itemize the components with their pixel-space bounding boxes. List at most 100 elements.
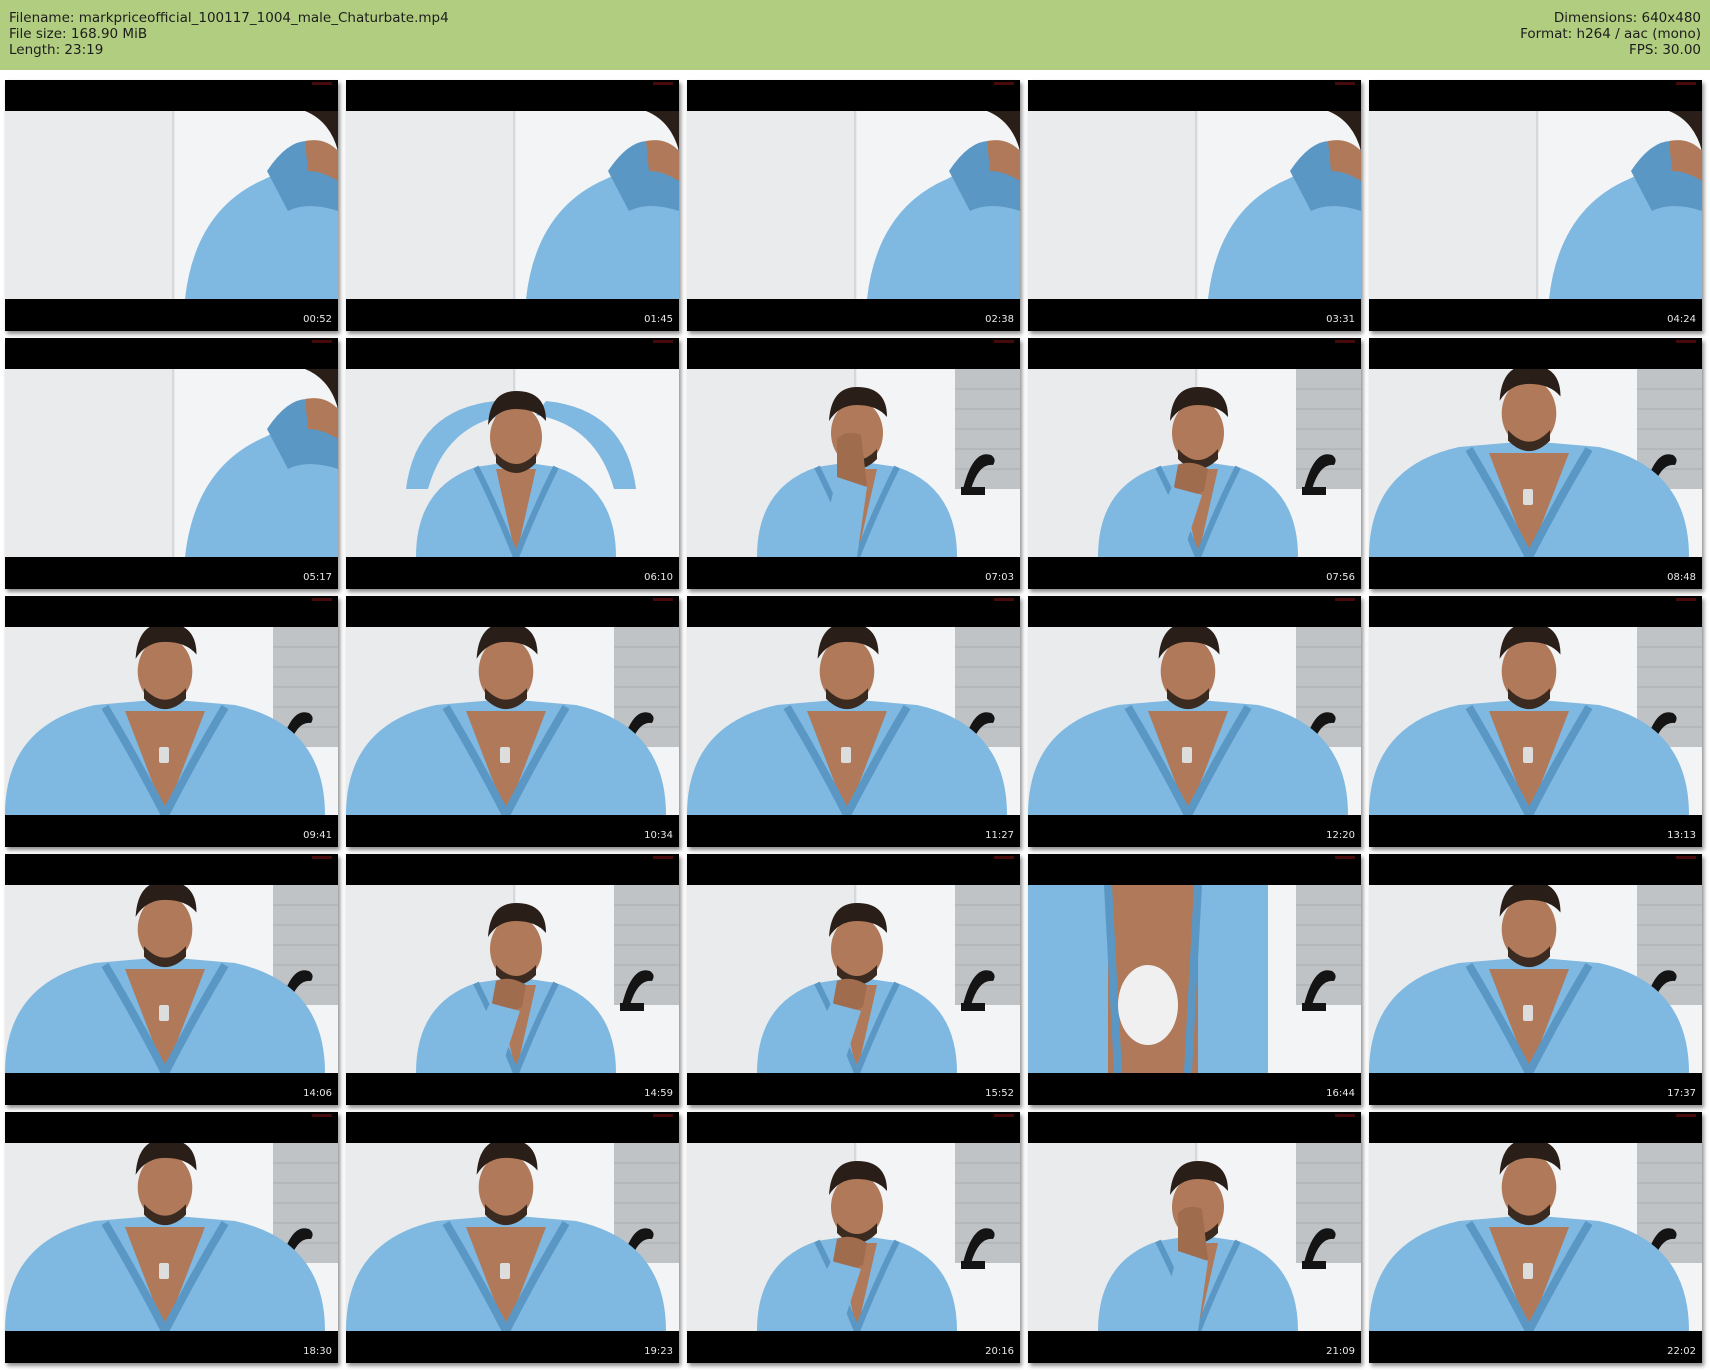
watermark-mark (994, 598, 1014, 601)
thumbnail-timestamp: 11:27 (985, 830, 1014, 841)
watermark-mark (1335, 856, 1355, 859)
watermark-mark (994, 340, 1014, 343)
thumbnail-timestamp: 01:45 (644, 314, 673, 325)
thumbnail-image (1028, 627, 1361, 815)
thumbnail-image (1369, 627, 1702, 815)
thumbnail-image (687, 627, 1020, 815)
thumbnail-image (1028, 369, 1361, 557)
thumbnail-image (346, 885, 679, 1073)
thumbnail-image (1369, 369, 1702, 557)
thumbnail-timestamp: 07:03 (985, 572, 1014, 583)
thumbnail-timestamp: 21:09 (1326, 1346, 1355, 1357)
thumbnail-image (346, 627, 679, 815)
thumbnail-timestamp: 06:10 (644, 572, 673, 583)
thumbnail-image (5, 627, 338, 815)
thumbnail-frame: 14:59 (346, 854, 679, 1105)
watermark-mark (312, 1114, 332, 1117)
thumbnail-timestamp: 20:16 (985, 1346, 1014, 1357)
thumbnail-image (5, 369, 338, 557)
thumbnail-frame: 18:30 (5, 1112, 338, 1363)
thumbnail-image (1369, 885, 1702, 1073)
thumbnail-frame: 15:52 (687, 854, 1020, 1105)
thumbnail-timestamp: 22:02 (1667, 1346, 1696, 1357)
thumbnail-frame: 07:56 (1028, 338, 1361, 589)
watermark-mark (653, 1114, 673, 1117)
thumbnail-timestamp: 15:52 (985, 1088, 1014, 1099)
thumbnail-image (687, 111, 1020, 299)
watermark-mark (1335, 340, 1355, 343)
thumbnail-image (1028, 1143, 1361, 1331)
thumbnail-image (687, 885, 1020, 1073)
thumbnail-frame: 06:10 (346, 338, 679, 589)
thumbnail-frame: 12:20 (1028, 596, 1361, 847)
watermark-mark (1335, 1114, 1355, 1117)
watermark-mark (1676, 856, 1696, 859)
thumbnail-timestamp: 07:56 (1326, 572, 1355, 583)
thumbnail-frame: 05:17 (5, 338, 338, 589)
thumbnail-timestamp: 16:44 (1326, 1088, 1355, 1099)
thumbnail-image (687, 369, 1020, 557)
thumbnail-grid: 00:52 01:45 02:38 03:31 04:24 05:17 06:1… (0, 0, 1710, 1370)
thumbnail-image (1028, 111, 1361, 299)
thumbnail-timestamp: 13:13 (1667, 830, 1696, 841)
thumbnail-frame: 02:38 (687, 80, 1020, 331)
thumbnail-frame: 19:23 (346, 1112, 679, 1363)
thumbnail-frame: 20:16 (687, 1112, 1020, 1363)
thumbnail-timestamp: 14:59 (644, 1088, 673, 1099)
thumbnail-image (346, 369, 679, 557)
thumbnail-timestamp: 05:17 (303, 572, 332, 583)
thumbnail-timestamp: 10:34 (644, 830, 673, 841)
watermark-mark (653, 856, 673, 859)
thumbnail-timestamp: 02:38 (985, 314, 1014, 325)
thumbnail-frame: 10:34 (346, 596, 679, 847)
thumbnail-frame: 14:06 (5, 854, 338, 1105)
thumbnail-image (1028, 885, 1361, 1073)
thumbnail-timestamp: 00:52 (303, 314, 332, 325)
thumbnail-frame: 11:27 (687, 596, 1020, 847)
thumbnail-image (1369, 111, 1702, 299)
watermark-mark (1335, 82, 1355, 85)
thumbnail-timestamp: 08:48 (1667, 572, 1696, 583)
thumbnail-frame: 04:24 (1369, 80, 1702, 331)
thumbnail-frame: 17:37 (1369, 854, 1702, 1105)
watermark-mark (312, 82, 332, 85)
watermark-mark (312, 856, 332, 859)
thumbnail-timestamp: 03:31 (1326, 314, 1355, 325)
watermark-mark (1676, 1114, 1696, 1117)
thumbnail-timestamp: 18:30 (303, 1346, 332, 1357)
watermark-mark (1335, 598, 1355, 601)
watermark-mark (312, 340, 332, 343)
thumbnail-frame: 09:41 (5, 596, 338, 847)
thumbnail-frame: 13:13 (1369, 596, 1702, 847)
watermark-mark (1676, 598, 1696, 601)
watermark-mark (653, 340, 673, 343)
watermark-mark (653, 598, 673, 601)
thumbnail-frame: 03:31 (1028, 80, 1361, 331)
thumbnail-image (1369, 1143, 1702, 1331)
watermark-mark (312, 598, 332, 601)
thumbnail-frame: 16:44 (1028, 854, 1361, 1105)
thumbnail-timestamp: 14:06 (303, 1088, 332, 1099)
thumbnail-frame: 21:09 (1028, 1112, 1361, 1363)
thumbnail-frame: 22:02 (1369, 1112, 1702, 1363)
thumbnail-timestamp: 12:20 (1326, 830, 1355, 841)
thumbnail-timestamp: 09:41 (303, 830, 332, 841)
watermark-mark (1676, 82, 1696, 85)
thumbnail-image (346, 1143, 679, 1331)
thumbnail-image (5, 111, 338, 299)
thumbnail-timestamp: 17:37 (1667, 1088, 1696, 1099)
watermark-mark (653, 82, 673, 85)
thumbnail-image (5, 1143, 338, 1331)
thumbnail-image (346, 111, 679, 299)
watermark-mark (1676, 340, 1696, 343)
thumbnail-image (687, 1143, 1020, 1331)
thumbnail-frame: 08:48 (1369, 338, 1702, 589)
thumbnail-frame: 00:52 (5, 80, 338, 331)
watermark-mark (994, 1114, 1014, 1117)
thumbnail-image (5, 885, 338, 1073)
thumbnail-frame: 01:45 (346, 80, 679, 331)
watermark-mark (994, 82, 1014, 85)
thumbnail-timestamp: 19:23 (644, 1346, 673, 1357)
thumbnail-frame: 07:03 (687, 338, 1020, 589)
watermark-mark (994, 856, 1014, 859)
